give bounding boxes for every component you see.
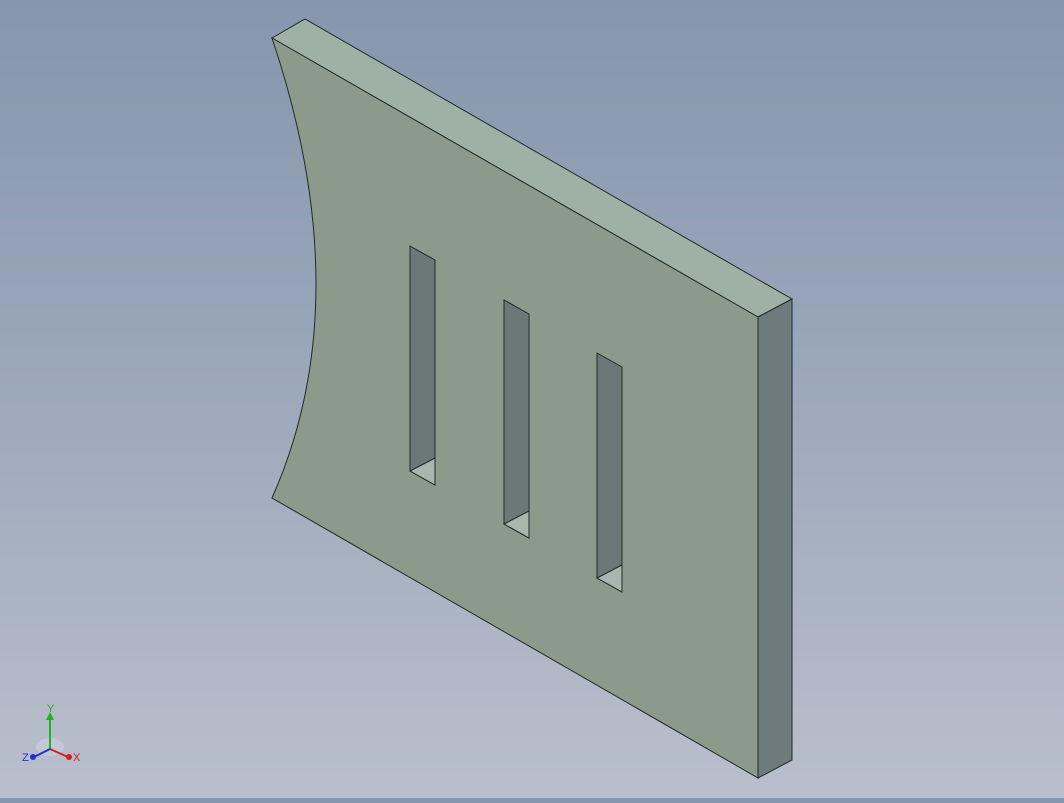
x-axis-label: X [73, 752, 81, 764]
x-axis-arrow [66, 754, 72, 760]
slot-1[interactable] [408, 245, 436, 486]
part-view [270, 18, 794, 779]
orientation-triad[interactable]: Y X Z [18, 702, 88, 772]
part-side-face[interactable] [757, 298, 793, 779]
slot-3[interactable] [595, 352, 623, 593]
z-axis-arrow [30, 754, 36, 760]
triad-icon: Y X Z [22, 703, 81, 764]
z-axis-label: Z [22, 752, 29, 764]
slot-2[interactable] [502, 299, 530, 539]
model-viewport[interactable]: Y X Z [0, 0, 1064, 798]
y-axis-label: Y [47, 703, 55, 715]
